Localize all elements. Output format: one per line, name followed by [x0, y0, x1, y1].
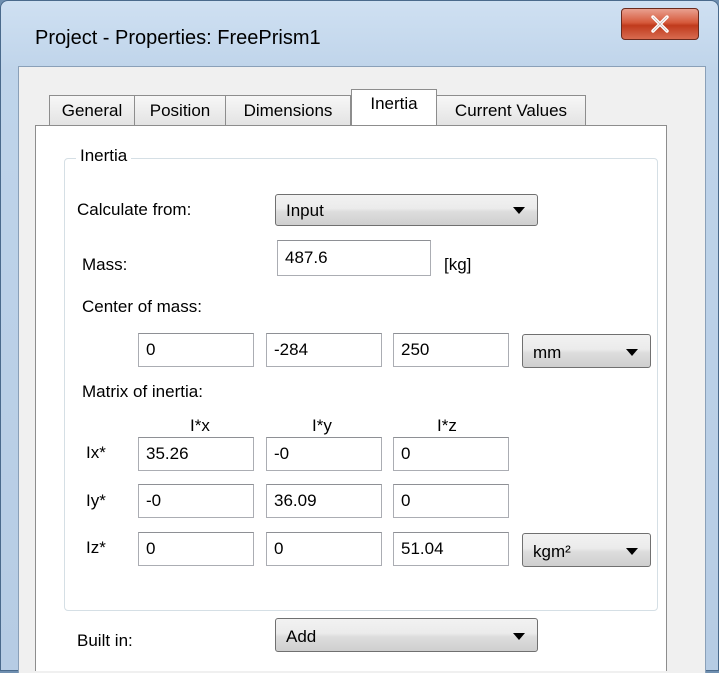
- close-x-icon: [651, 15, 669, 33]
- chevron-down-icon: [626, 548, 638, 555]
- com-y-input[interactable]: [266, 333, 382, 367]
- matrix-row-label: Iz*: [86, 538, 106, 557]
- matrix-cell-izy[interactable]: [266, 532, 382, 566]
- calculate-from-value: Input: [286, 201, 324, 220]
- inertia-group-title: Inertia: [76, 146, 132, 166]
- matrix-row-label: Iy*: [86, 491, 106, 510]
- built-in-value: Add: [286, 627, 317, 646]
- center-of-mass-label: Center of mass:: [82, 297, 202, 316]
- matrix-col-header: I*x: [190, 416, 210, 435]
- com-z-input[interactable]: [393, 333, 509, 367]
- com-x-input[interactable]: [138, 333, 254, 367]
- calculate-from-label: Calculate from:: [77, 200, 192, 219]
- built-in-dropdown[interactable]: Add: [275, 618, 538, 652]
- tab-inertia[interactable]: Inertia: [351, 89, 437, 125]
- matrix-cell-ixx[interactable]: [138, 437, 254, 471]
- chevron-down-icon: [626, 349, 638, 356]
- matrix-col-header: I*z: [437, 416, 457, 435]
- com-unit-dropdown[interactable]: mm: [522, 334, 651, 368]
- tab-general[interactable]: General: [49, 95, 135, 125]
- window-title: Project - Properties: FreePrism1: [35, 27, 321, 49]
- matrix-cell-ixz[interactable]: [393, 437, 509, 471]
- mass-unit-label: [kg]: [444, 255, 472, 274]
- chevron-down-icon: [513, 633, 525, 640]
- matrix-col-header: I*y: [312, 416, 332, 435]
- chevron-down-icon: [513, 207, 525, 214]
- inertia-unit-value: kgm²: [533, 542, 571, 561]
- matrix-cell-iyx[interactable]: [138, 484, 254, 518]
- built-in-label: Built in:: [77, 631, 133, 650]
- close-button[interactable]: [621, 8, 699, 40]
- matrix-of-inertia-label: Matrix of inertia:: [82, 382, 203, 401]
- matrix-cell-izz[interactable]: [393, 532, 509, 566]
- tab-dimensions[interactable]: Dimensions: [225, 95, 351, 125]
- calculate-from-dropdown[interactable]: Input: [275, 194, 538, 226]
- tab-current-values[interactable]: Current Values: [436, 95, 586, 125]
- inertia-unit-dropdown[interactable]: kgm²: [522, 533, 651, 567]
- mass-label: Mass:: [82, 255, 128, 274]
- mass-input[interactable]: [277, 240, 431, 276]
- matrix-cell-ixy[interactable]: [266, 437, 382, 471]
- matrix-cell-iyz[interactable]: [393, 484, 509, 518]
- com-unit-value: mm: [533, 343, 562, 362]
- tab-position[interactable]: Position: [134, 95, 226, 125]
- matrix-cell-iyy[interactable]: [266, 484, 382, 518]
- matrix-cell-izx[interactable]: [138, 532, 254, 566]
- matrix-row-label: Ix*: [86, 443, 106, 462]
